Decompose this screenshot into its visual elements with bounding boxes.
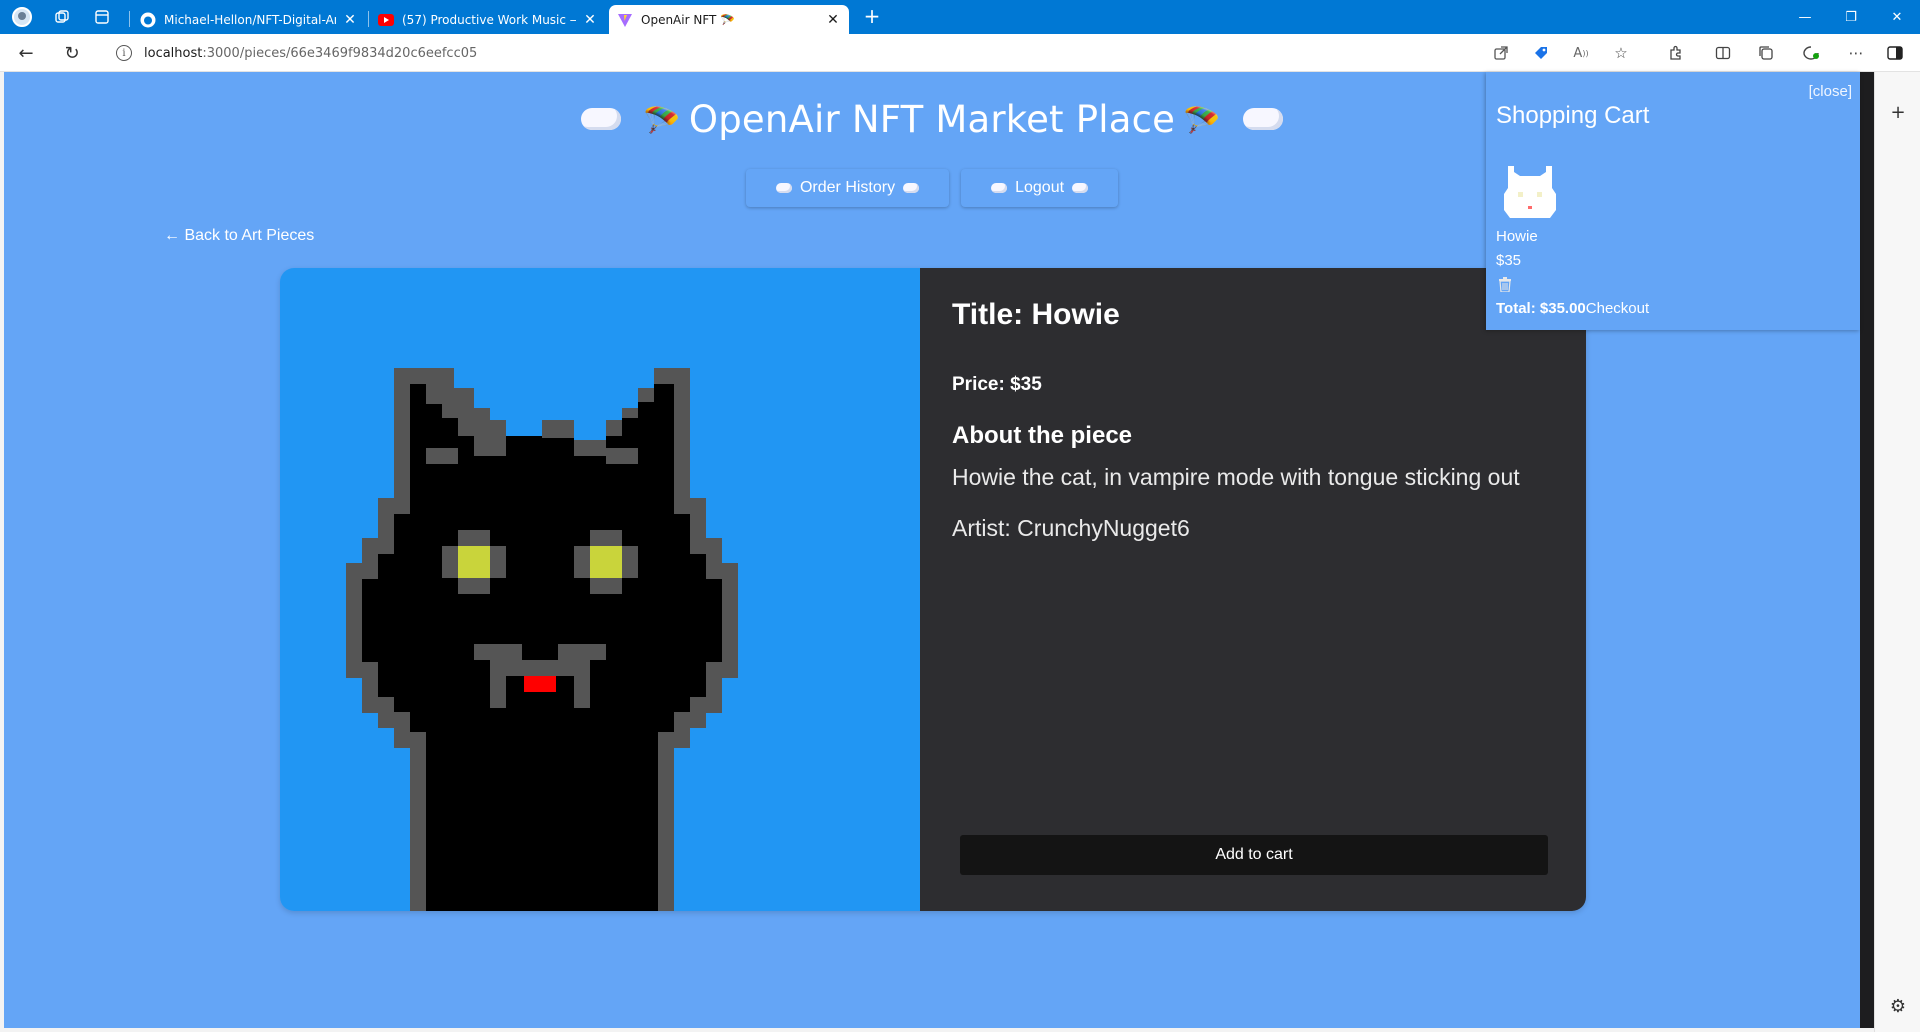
cloud-icon [903, 183, 920, 193]
extensions-icon[interactable] [1665, 42, 1687, 64]
add-sidebar-app-icon[interactable]: + [1886, 100, 1910, 124]
workspaces-icon[interactable] [50, 5, 74, 29]
cart-item-price: $35 [1496, 252, 1522, 269]
url-path: :3000/pieces/66e3469f9834d20c6eefcc05 [202, 45, 478, 61]
tab-separator [129, 11, 130, 27]
favorite-star-icon[interactable]: ☆ [1610, 42, 1632, 64]
url-host: localhost [144, 45, 203, 61]
cloud-icon [1242, 107, 1283, 130]
order-history-label: Order History [799, 179, 896, 196]
split-screen-icon[interactable] [1712, 42, 1734, 64]
read-aloud-icon[interactable]: A)) [1570, 42, 1592, 64]
piece-artist: Artist: CrunchyNugget6 [952, 515, 1190, 541]
checkout-button[interactable]: Checkout [1586, 300, 1649, 317]
profile-icon[interactable] [10, 5, 34, 29]
trash-icon[interactable] [1498, 277, 1512, 295]
parachute-icon: 🪂 [1183, 104, 1221, 139]
piece-price: Price: $35 [952, 374, 1042, 395]
tab-youtube[interactable]: (57) Productive Work Music — De ✕ [370, 5, 606, 34]
tab-label: (57) Productive Work Music — De [402, 12, 576, 27]
restore-button[interactable]: ❐ [1828, 0, 1874, 34]
tab-github[interactable]: Michael-Hellon/NFT-Digital-Art-M ✕ [132, 5, 366, 34]
cloud-icon [991, 183, 1008, 193]
sidebar-settings-gear-icon[interactable]: ⚙ [1886, 994, 1910, 1018]
cart-total-row: Total: $35.00 Checkout [1496, 300, 1649, 317]
more-menu-icon[interactable]: ⋯ [1845, 42, 1867, 64]
tab-label: Michael-Hellon/NFT-Digital-Art-M [164, 12, 336, 27]
url-field[interactable]: i localhost:3000/pieces/66e3469f9834d20c… [104, 38, 1544, 68]
back-arrow-icon[interactable]: ← [12, 39, 40, 67]
address-bar: ← ↻ i localhost:3000/pieces/66e3469f9834… [0, 34, 1920, 72]
art-piece-card: Title: Howie Price: $35 About the piece … [280, 268, 1586, 911]
page-scrollbar[interactable] [1860, 72, 1874, 1028]
refresh-icon[interactable]: ↻ [58, 39, 86, 67]
youtube-icon [378, 12, 394, 28]
browser-sidebar: + ⚙ [1874, 72, 1920, 1032]
page-title-text: OpenAir NFT Market Place [688, 98, 1176, 141]
close-tab-icon[interactable]: ✕ [582, 12, 598, 28]
art-piece-image [280, 268, 920, 911]
art-piece-details: Title: Howie Price: $35 About the piece … [920, 268, 1586, 911]
tab-separator [368, 11, 369, 27]
back-to-art-pieces-link[interactable]: ← Back to Art Pieces [164, 227, 314, 245]
piece-title: Title: Howie [952, 298, 1120, 331]
github-icon [140, 12, 156, 28]
cloud-icon [775, 183, 792, 193]
cloud-icon [581, 107, 622, 130]
new-tab-button[interactable]: + [860, 4, 884, 28]
cart-total: Total: $35.00 [1496, 300, 1586, 317]
order-history-button[interactable]: Order History [745, 169, 950, 207]
cart-item-name: Howie [1496, 228, 1538, 245]
add-to-cart-button[interactable]: Add to cart [960, 835, 1548, 875]
site-info-icon[interactable]: i [116, 45, 132, 61]
cart-close-button[interactable]: [close] [1809, 83, 1852, 100]
parachute-icon: 🪂 [643, 104, 681, 139]
tab-openair-active[interactable]: OpenAir NFT 🪂 ✕ [609, 5, 849, 34]
cart-item-thumbnail [1502, 162, 1558, 222]
open-in-app-icon[interactable] [1490, 42, 1512, 64]
vite-icon [617, 12, 633, 28]
collections-icon[interactable] [1755, 42, 1777, 64]
piece-description: Howie the cat, in vampire mode with tong… [952, 464, 1520, 490]
shopping-cart-panel: [close] Shopping Cart Howie $35 Total: $… [1486, 72, 1860, 330]
pixel-cat-image [346, 368, 738, 911]
close-window-button[interactable]: ✕ [1874, 0, 1920, 34]
sidebar-toggle-icon[interactable] [1884, 42, 1906, 64]
browser-essentials-icon[interactable] [1800, 42, 1822, 64]
close-tab-icon[interactable]: ✕ [825, 12, 841, 28]
cloud-icon [1072, 183, 1089, 193]
tab-actions-icon[interactable] [90, 5, 114, 29]
cart-title: Shopping Cart [1496, 102, 1650, 129]
close-tab-icon[interactable]: ✕ [342, 12, 358, 28]
logout-label: Logout [1015, 179, 1065, 196]
logout-button[interactable]: Logout [961, 169, 1119, 207]
browser-tab-strip: Michael-Hellon/NFT-Digital-Art-M ✕ (57) … [0, 0, 1920, 34]
about-heading: About the piece [952, 422, 1133, 449]
coupon-tag-icon[interactable] [1530, 42, 1552, 64]
minimize-button[interactable]: — [1782, 0, 1828, 34]
tab-label: OpenAir NFT 🪂 [641, 12, 736, 27]
